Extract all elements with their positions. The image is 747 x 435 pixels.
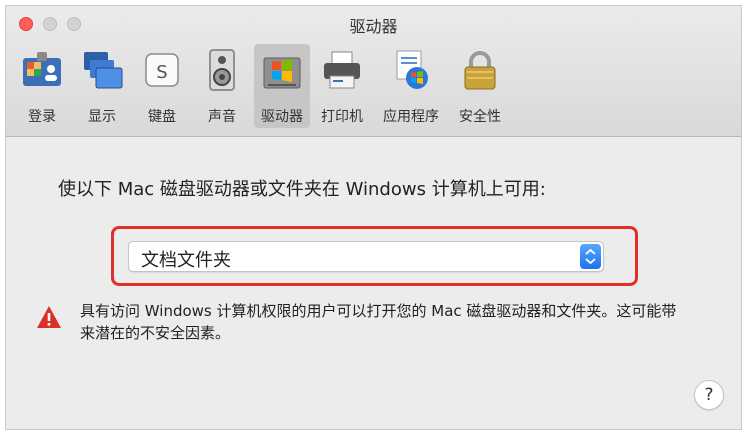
tab-drives[interactable]: 驱动器 xyxy=(254,44,310,128)
tab-label: 驱动器 xyxy=(261,109,303,125)
select-value: 文档文件夹 xyxy=(141,250,231,271)
keyboard-key-icon: S xyxy=(145,53,179,87)
speaker-icon xyxy=(209,49,235,91)
preferences-window: 驱动器 登录 显示 S 键盘 声音 驱动器 打印机 应用程序 安全性 使以下 M… xyxy=(5,5,742,430)
tab-sound[interactable]: 声音 xyxy=(194,44,250,128)
tab-keyboard[interactable]: S 键盘 xyxy=(134,44,190,128)
tab-label: 键盘 xyxy=(148,109,176,125)
tab-label: 打印机 xyxy=(321,109,363,125)
drives-pane: 使以下 Mac 磁盘驱动器或文件夹在 Windows 计算机上可用: 文档文件夹… xyxy=(6,137,741,429)
tab-security[interactable]: 安全性 xyxy=(452,44,508,128)
preference-tabs: 登录 显示 S 键盘 声音 驱动器 打印机 应用程序 安全性 xyxy=(14,44,512,128)
tab-applications[interactable]: 应用程序 xyxy=(374,44,448,128)
lock-icon xyxy=(464,51,496,90)
tab-label: 显示 xyxy=(88,109,116,125)
chevron-updown-icon xyxy=(585,248,596,265)
toolbar: 驱动器 登录 显示 S 键盘 声音 驱动器 打印机 应用程序 安全性 xyxy=(6,6,741,137)
applications-windows-icon xyxy=(396,50,428,89)
help-button[interactable]: ? xyxy=(694,380,724,410)
drive-windows-icon xyxy=(263,57,301,89)
key-glyph: S xyxy=(156,62,167,83)
security-warning-text: 具有访问 Windows 计算机权限的用户可以打开您的 Mac 磁盘驱动器和文件… xyxy=(80,302,677,342)
tab-label: 登录 xyxy=(28,109,56,125)
printer-icon xyxy=(324,51,360,89)
warning-icon xyxy=(37,306,61,328)
shared-folder-select[interactable]: 文档文件夹 xyxy=(128,241,604,272)
login-user-card-icon xyxy=(23,52,61,86)
select-stepper[interactable] xyxy=(580,244,601,269)
window-title: 驱动器 xyxy=(349,17,398,36)
pane-heading: 使以下 Mac 磁盘驱动器或文件夹在 Windows 计算机上可用: xyxy=(58,179,546,200)
tab-label: 应用程序 xyxy=(383,109,439,125)
tab-label: 安全性 xyxy=(459,109,501,125)
display-monitors-icon xyxy=(84,52,123,89)
tab-printer[interactable]: 打印机 xyxy=(314,44,370,128)
tab-display[interactable]: 显示 xyxy=(74,44,130,128)
tab-login[interactable]: 登录 xyxy=(14,44,70,128)
tab-label: 声音 xyxy=(208,109,236,125)
